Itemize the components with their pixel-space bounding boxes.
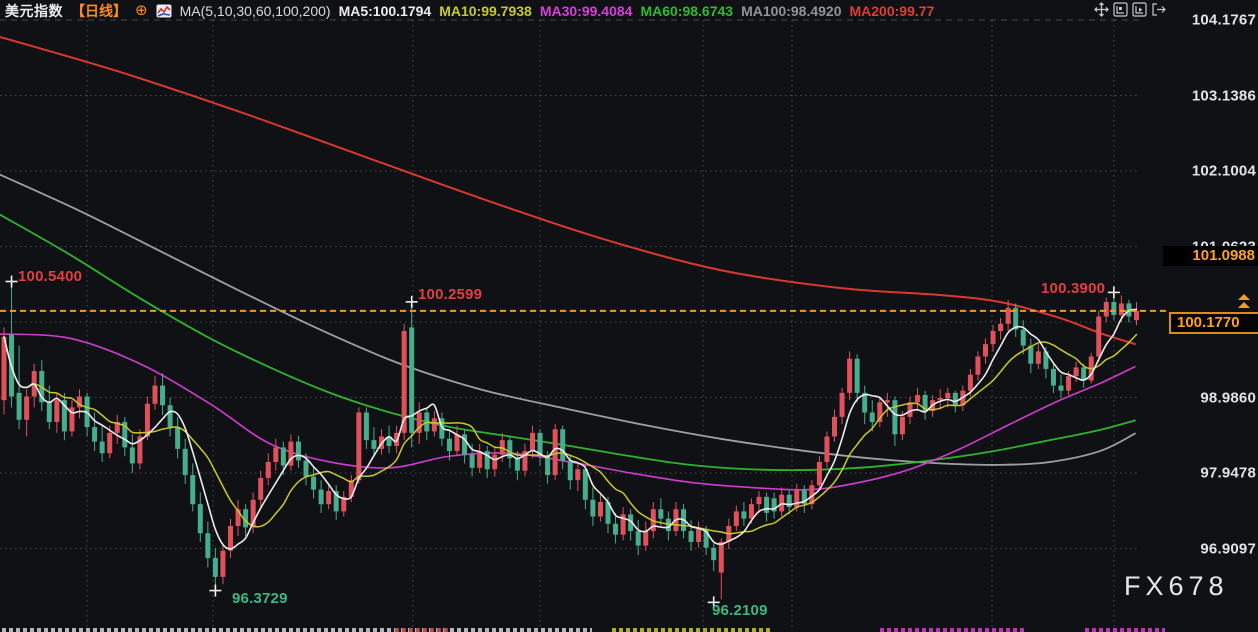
clipped-text-fragment (2, 628, 592, 632)
ma10-value: MA10:99.7938 (439, 3, 532, 19)
exit-arrow-icon[interactable] (1151, 2, 1166, 17)
watermark-logo: FX678 (1124, 571, 1229, 602)
clipped-text-fragment (395, 628, 450, 632)
axis-price-label: 96.9097 (1200, 540, 1256, 557)
timeframe-label[interactable]: 【日线】 (71, 1, 127, 21)
chart-window: 美元指数【日线】 ⊕ MA(5,10,30,60,100,200) MA5:10… (0, 0, 1258, 632)
axis-price-label: 97.9478 (1200, 465, 1256, 482)
add-circle-icon[interactable]: ⊕ (135, 4, 148, 18)
axis-price-label: 102.1004 (1192, 163, 1256, 180)
extreme-price-label: 100.3900 (1041, 280, 1105, 297)
panel-chart-icon[interactable] (1113, 2, 1128, 17)
panel-play-icon[interactable] (1132, 2, 1147, 17)
current-price-badge: 100.1770 (1169, 312, 1258, 334)
extreme-price-label: 96.3729 (232, 590, 288, 607)
price-up-arrow-icon (1238, 294, 1250, 310)
highlight-price-label: 101.0988 (1163, 246, 1258, 266)
ma200-value: MA200:99.77 (849, 3, 934, 19)
crosshair-move-icon[interactable] (1094, 2, 1109, 17)
mini-chart-icon[interactable] (156, 4, 172, 18)
clipped-text-fragment (612, 628, 772, 632)
chart-header: 美元指数【日线】 ⊕ MA(5,10,30,60,100,200) MA5:10… (5, 1, 934, 21)
axis-price-label: 104.1767 (1192, 12, 1256, 29)
axis-price-label: 103.1386 (1192, 87, 1256, 104)
extreme-price-label: 96.2109 (712, 602, 768, 619)
extreme-price-label: 100.5400 (18, 268, 82, 285)
ma-settings-label: MA(5,10,30,60,100,200) (180, 3, 331, 19)
ma60-value: MA60:98.6743 (640, 3, 733, 19)
ma100-value: MA100:98.4920 (741, 3, 841, 19)
ma30-value: MA30:99.4084 (540, 3, 633, 19)
symbol-title: 美元指数 (5, 1, 63, 21)
clipped-text-fragment (880, 628, 1025, 632)
candlestick-chart[interactable] (0, 0, 1258, 632)
ma5-value: MA5:100.1794 (339, 3, 432, 19)
axis-price-label: 98.9860 (1200, 389, 1256, 406)
extreme-price-label: 100.2599 (418, 286, 482, 303)
chart-toolbar (1094, 2, 1166, 17)
clipped-text-fragment (1085, 628, 1165, 632)
